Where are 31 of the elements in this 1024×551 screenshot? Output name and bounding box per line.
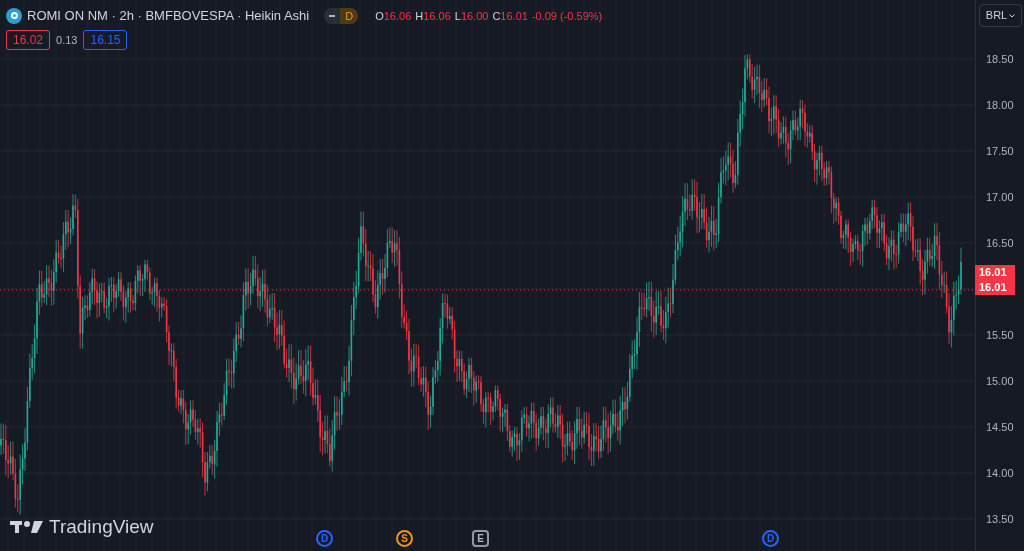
logo-icon bbox=[10, 518, 44, 535]
price-tick: 17.00 bbox=[986, 191, 1014, 203]
price-tick: 16.50 bbox=[986, 237, 1014, 249]
event-marker[interactable]: D bbox=[762, 530, 779, 547]
event-marker[interactable]: E bbox=[472, 530, 489, 547]
symbol-logo-icon bbox=[6, 7, 22, 24]
event-marker[interactable]: S bbox=[396, 530, 413, 547]
price-tick: 15.50 bbox=[986, 329, 1014, 341]
symbol-title: ROMI ON NM · 2h · BMFBOVESPA · Heikin Ashi bbox=[27, 7, 310, 25]
market-status-pill: D bbox=[324, 7, 359, 24]
last-price-label: 16.01 bbox=[978, 265, 1008, 280]
ask-price[interactable]: 16.15 bbox=[83, 30, 128, 50]
ohlc-value: L16.00 bbox=[454, 8, 489, 24]
price-tick: 18.50 bbox=[986, 53, 1014, 65]
ohlc-value: O16.06 bbox=[375, 8, 412, 24]
last-price-label: 16.01 bbox=[978, 280, 1008, 295]
watermark-logo: TradingView bbox=[10, 512, 154, 541]
ohlc-value: H16.06 bbox=[415, 8, 451, 24]
currency-dropdown[interactable]: BRL bbox=[979, 4, 1022, 27]
ohlc-value: C16.01 bbox=[492, 8, 528, 24]
price-tick: 15.00 bbox=[986, 375, 1014, 387]
price-change: -0.09 (-0.59%) bbox=[531, 8, 603, 24]
price-tick: 18.00 bbox=[986, 99, 1014, 111]
event-marker[interactable]: D bbox=[316, 530, 333, 547]
price-tick: 13.50 bbox=[986, 513, 1014, 525]
price-tick: 14.50 bbox=[986, 421, 1014, 433]
bid-price[interactable]: 16.02 bbox=[6, 30, 51, 50]
price-tick: 17.50 bbox=[986, 145, 1014, 157]
chevron-down-icon bbox=[1009, 13, 1016, 18]
spread-value: 0.13 bbox=[56, 32, 78, 48]
price-tick: 14.00 bbox=[986, 467, 1014, 479]
